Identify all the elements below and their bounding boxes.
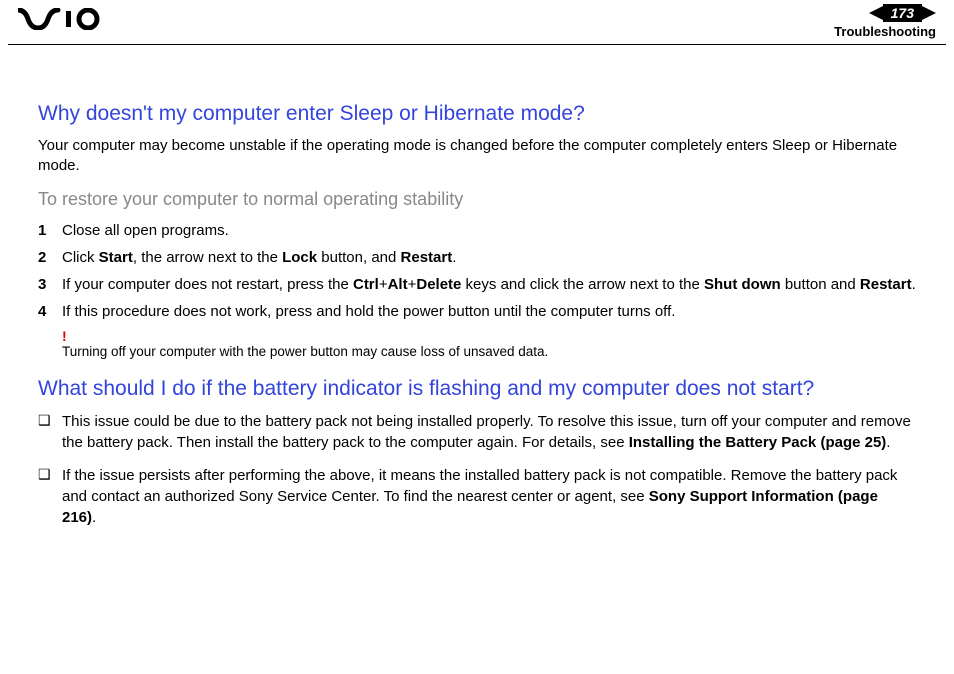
steps-list: 1 Close all open programs. 2 Click Start…: [38, 220, 916, 322]
page-number: 173: [883, 4, 922, 22]
page: 173 Troubleshooting Why doesn't my compu…: [0, 0, 954, 674]
vaio-logo: [18, 8, 114, 35]
step-number: 3: [38, 274, 62, 295]
prev-page-arrow-icon[interactable]: [869, 6, 883, 20]
next-page-arrow-icon[interactable]: [922, 6, 936, 20]
warning-note: Turning off your computer with the power…: [62, 344, 916, 359]
question-1-heading: Why doesn't my computer enter Sleep or H…: [38, 102, 916, 126]
question-1-intro: Your computer may become unstable if the…: [38, 136, 916, 177]
list-item: ❑ If the issue persists after performing…: [38, 465, 916, 528]
bullet-text: If the issue persists after performing t…: [62, 465, 916, 528]
question-2-heading: What should I do if the battery indicato…: [38, 377, 916, 401]
question-1-subhead: To restore your computer to normal opera…: [38, 189, 916, 210]
warning-icon: !: [62, 328, 916, 344]
step-number: 4: [38, 301, 62, 322]
step-item: 3 If your computer does not restart, pre…: [38, 274, 916, 295]
section-title: Troubleshooting: [834, 24, 936, 39]
header-rule: [8, 44, 946, 45]
content: Why doesn't my computer enter Sleep or H…: [0, 44, 954, 528]
list-item: ❑ This issue could be due to the battery…: [38, 411, 916, 453]
bullet-icon: ❑: [38, 411, 62, 453]
header: 173 Troubleshooting: [0, 0, 954, 44]
bullet-text: This issue could be due to the battery p…: [62, 411, 916, 453]
step-number: 2: [38, 247, 62, 268]
step-text: Close all open programs.: [62, 220, 229, 241]
step-item: 2 Click Start, the arrow next to the Loc…: [38, 247, 916, 268]
page-nav: 173: [869, 4, 936, 22]
bullet-icon: ❑: [38, 465, 62, 528]
step-item: 1 Close all open programs.: [38, 220, 916, 241]
step-text: If your computer does not restart, press…: [62, 274, 916, 295]
step-item: 4 If this procedure does not work, press…: [38, 301, 916, 322]
bullet-list: ❑ This issue could be due to the battery…: [38, 411, 916, 528]
step-text: If this procedure does not work, press a…: [62, 301, 675, 322]
vaio-logo-svg: [18, 8, 114, 30]
step-text: Click Start, the arrow next to the Lock …: [62, 247, 456, 268]
step-number: 1: [38, 220, 62, 241]
